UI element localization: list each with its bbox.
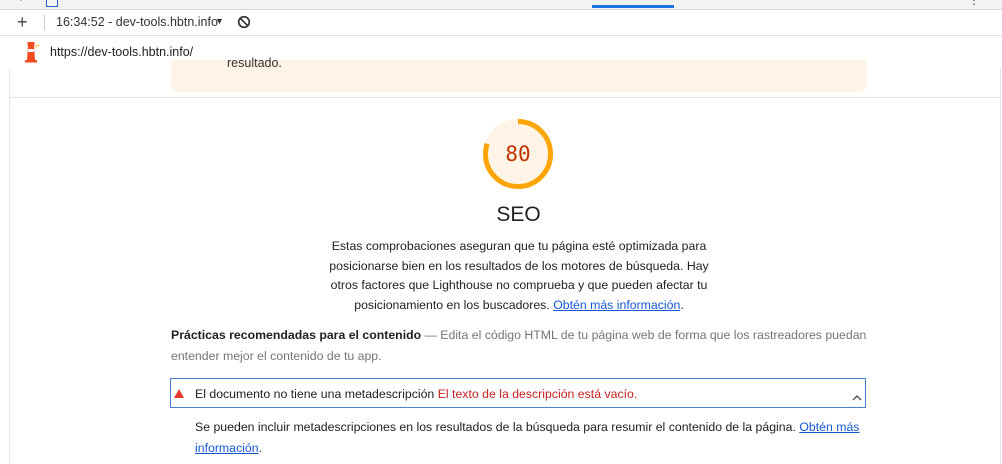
previous-warning-text: resultado.: [227, 56, 282, 70]
report-url[interactable]: https://dev-tools.hbtn.info/: [50, 45, 193, 59]
report-dropdown-caret-icon[interactable]: ▼: [215, 16, 224, 26]
previous-warning-box: resultado.: [171, 56, 867, 92]
audit-meta-description[interactable]: El documento no tiene una metadescripció…: [170, 378, 866, 408]
new-report-button[interactable]: +: [17, 12, 28, 32]
category-learn-more-link[interactable]: Obtén más información: [553, 298, 680, 312]
audit-group-dash: —: [424, 328, 437, 342]
clear-reports-icon[interactable]: [237, 15, 251, 29]
category-divider: [10, 97, 1000, 98]
seo-score-value: 80: [505, 142, 531, 166]
category-title: SEO: [496, 203, 541, 226]
audit-title-text: El documento no tiene una metadescripció…: [195, 387, 435, 401]
back-icon[interactable]: ↶: [18, 0, 28, 6]
audit-group-title: Prácticas recomendadas para el contenido: [171, 328, 422, 342]
audit-title: El documento no tiene una metadescripció…: [195, 387, 637, 401]
audit-display-value: El texto de la descripción está vacío.: [437, 387, 638, 401]
category-description-end: .: [680, 297, 684, 312]
category-description: Estas comprobaciones aseguran que tu pág…: [329, 237, 709, 315]
lighthouse-logo-icon: [22, 41, 40, 63]
audit-description-end: .: [258, 441, 262, 455]
audit-group-header: Prácticas recomendadas para el contenido…: [171, 325, 867, 367]
lighthouse-toolbar: + 16:34:52 - dev-tools.hbtn.info ▼: [0, 10, 1002, 36]
document-icon[interactable]: [46, 0, 58, 7]
report-left-border: [9, 68, 10, 464]
chevron-up-icon[interactable]: [852, 389, 862, 401]
fail-triangle-icon: [174, 389, 184, 398]
browser-tab-strip: ↶ ⋮: [0, 0, 1002, 10]
report-right-border: [1000, 68, 1001, 464]
seo-score-gauge[interactable]: 80: [481, 117, 555, 191]
active-tab-indicator: [592, 5, 674, 8]
more-icon[interactable]: ⋮: [968, 0, 980, 7]
toolbar-divider: [44, 15, 45, 30]
audit-description-text: Se pueden incluir metadescripciones en l…: [195, 420, 796, 434]
audit-description: Se pueden incluir metadescripciones en l…: [195, 417, 867, 459]
report-session-label[interactable]: 16:34:52 - dev-tools.hbtn.info: [56, 15, 218, 29]
